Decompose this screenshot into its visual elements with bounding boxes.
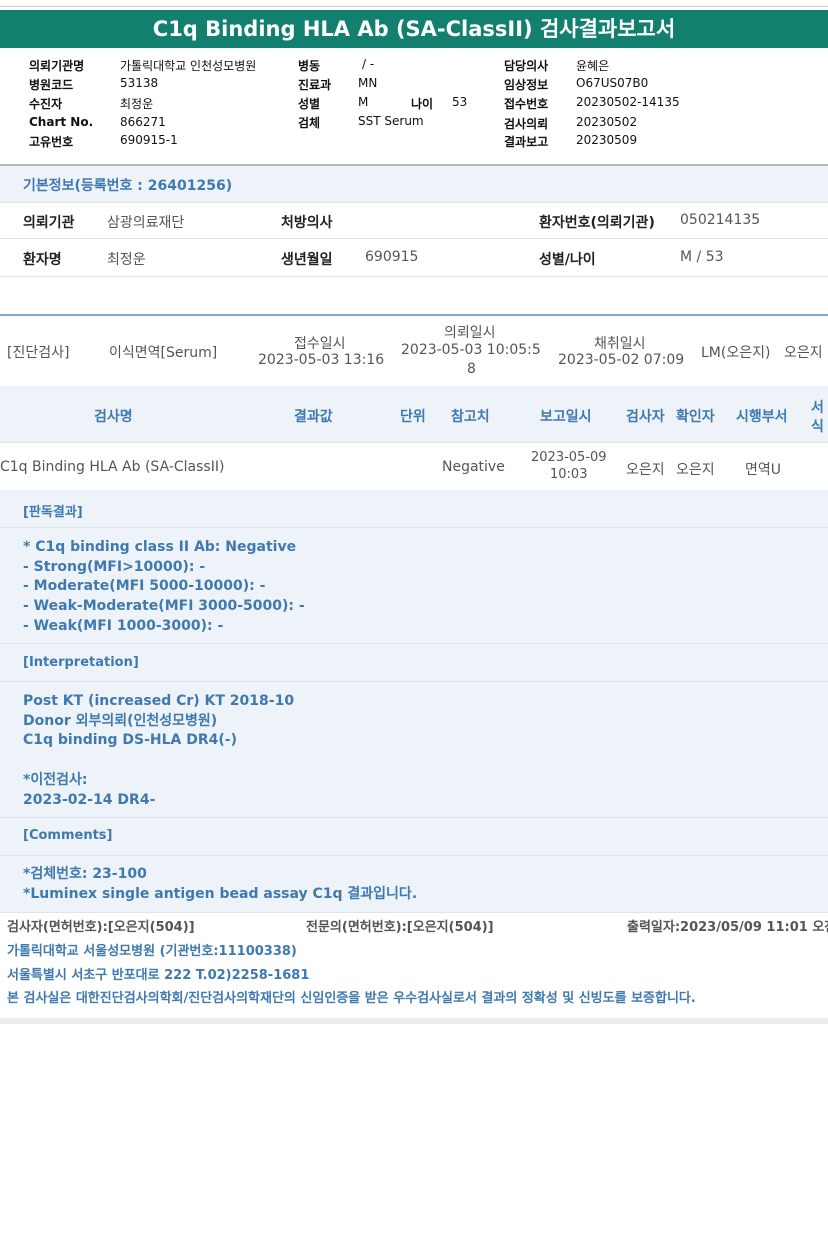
footer-print-date: 출력일자:2023/05/09 11:01 오전 [627, 920, 828, 935]
header-label: Chart No. [29, 115, 94, 129]
header-value: MN [358, 76, 378, 90]
header-value: / - [362, 57, 375, 71]
col-header-reference: 참고치 [451, 409, 490, 425]
col-header-name: 검사명 [94, 409, 133, 425]
header-value: 53 [452, 95, 468, 109]
header-label: 수진자 [29, 97, 63, 111]
judgment-title: [판독결과] [23, 505, 83, 520]
header-value: 최정운 [120, 97, 154, 111]
col-header-dept: 시행부서 [736, 409, 788, 425]
header-label: 담당의사 [504, 59, 549, 73]
exam-person: 오은지 [784, 345, 823, 361]
header-value: 가톨릭대학교 인천성모병원 [120, 59, 257, 73]
requested-label: 의뢰일시 [444, 325, 496, 341]
received-label: 접수일시 [294, 336, 346, 352]
col-header-tester: 검사자 [626, 409, 665, 425]
col-header-result: 결과값 [294, 409, 333, 425]
requested-datetime: 2023-05-03 10:05:5 [401, 342, 541, 358]
divider [0, 238, 828, 239]
basic-value: 690915 [365, 249, 419, 265]
report-time: 10:03 [550, 467, 588, 482]
divider [0, 276, 828, 277]
header-label: 병원코드 [29, 78, 74, 92]
confirmer: 오은지 [676, 462, 715, 478]
divider [0, 527, 828, 528]
report-title: C1q Binding HLA Ab (SA-ClassII) 검사결과보고서 [0, 10, 828, 48]
header-label: 접수번호 [504, 97, 549, 111]
col-header-format-1: 서 [811, 400, 824, 416]
divider [0, 202, 828, 203]
basic-label: 환자명 [23, 252, 62, 268]
header-value: 866271 [120, 115, 166, 129]
footer-certification: 본 검사실은 대한진단검사의학회/진단검사의학재단의 신임인증을 받은 우수검사… [7, 991, 696, 1006]
divider [0, 855, 828, 856]
comments-text: *검체번호: 23-100 *Luminex single antigen be… [23, 866, 418, 902]
header-value: O67US07B0 [576, 76, 649, 90]
divider [0, 817, 828, 818]
header-value: 20230509 [576, 133, 638, 147]
basic-value: 최정운 [107, 252, 146, 268]
report-date: 2023-05-09 [531, 450, 607, 465]
basic-value: 삼광의료재단 [107, 215, 185, 231]
exam-lab: LM(오은지) [701, 345, 771, 361]
test-name: C1q Binding HLA Ab (SA-ClassII) [0, 459, 225, 475]
bottom-bar [0, 1018, 828, 1024]
divider [0, 643, 828, 644]
section-divider [0, 314, 828, 316]
header-value: 53138 [120, 76, 159, 90]
header-value: 20230502 [576, 115, 638, 129]
divider [0, 442, 828, 443]
department: 면역U [745, 462, 782, 478]
header-label: 성별 [298, 97, 321, 111]
header-label: 결과보고 [504, 135, 549, 149]
header-label: 진료과 [298, 78, 332, 92]
header-label: 고유번호 [29, 135, 74, 149]
header-value: 690915-1 [120, 133, 178, 147]
collected-datetime: 2023-05-02 07:09 [558, 352, 685, 368]
divider [0, 681, 828, 682]
tester: 오은지 [626, 462, 665, 478]
header-label: 병동 [298, 59, 321, 73]
judgment-text: * C1q binding class II Ab: Negative - St… [23, 539, 305, 634]
test-reference: Negative [442, 459, 505, 475]
divider [0, 912, 828, 913]
footer-specialist: 전문의(면허번호):[오은지(504)] [306, 920, 494, 935]
received-datetime: 2023-05-03 13:16 [258, 352, 385, 368]
header-value: SST Serum [358, 114, 424, 128]
comments-title: [Comments] [23, 828, 113, 843]
basic-label: 성별/나이 [539, 252, 596, 268]
header-label: 검사의뢰 [504, 117, 549, 131]
basic-label: 처방의사 [281, 215, 333, 231]
footer-hospital: 가톨릭대학교 서울성모병원 (기관번호:11100338) [7, 944, 297, 959]
exam-specimen: 이식면역[Serum] [109, 345, 218, 361]
basic-value: M / 53 [680, 249, 724, 265]
col-header-format-2: 식 [811, 419, 824, 435]
collected-label: 채취일시 [594, 336, 646, 352]
basic-label: 의뢰기관 [23, 215, 75, 231]
header-label: 검체 [298, 116, 321, 130]
top-border [0, 6, 828, 7]
header-label: 나이 [411, 97, 434, 111]
header-value: 윤혜은 [576, 59, 610, 73]
col-header-report-date: 보고일시 [540, 409, 592, 425]
header-label: 임상정보 [504, 78, 549, 92]
header-value: M [358, 95, 369, 109]
header-label: 의뢰기관명 [29, 59, 85, 73]
exam-category: [진단검사] [7, 345, 70, 361]
col-header-confirmer: 확인자 [676, 409, 715, 425]
basic-label: 환자번호(의뢰기관) [539, 215, 655, 231]
header-value: 20230502-14135 [576, 95, 680, 109]
interpretation-title: [Interpretation] [23, 655, 139, 670]
interpretation-text: Post KT (increased Cr) KT 2018-10 Donor … [23, 693, 295, 808]
footer-examiner: 검사자(면허번호):[오은지(504)] [7, 920, 195, 935]
basic-label: 생년월일 [281, 252, 333, 268]
requested-datetime-wrap: 8 [467, 361, 476, 377]
basic-value: 050214135 [680, 212, 761, 228]
footer-address: 서울특별시 서초구 반포대로 222 T.02)2258-1681 [7, 968, 310, 983]
basic-info-title: 기본정보(등록번호 : 26401256) [23, 178, 233, 194]
col-header-unit: 단위 [400, 409, 426, 425]
